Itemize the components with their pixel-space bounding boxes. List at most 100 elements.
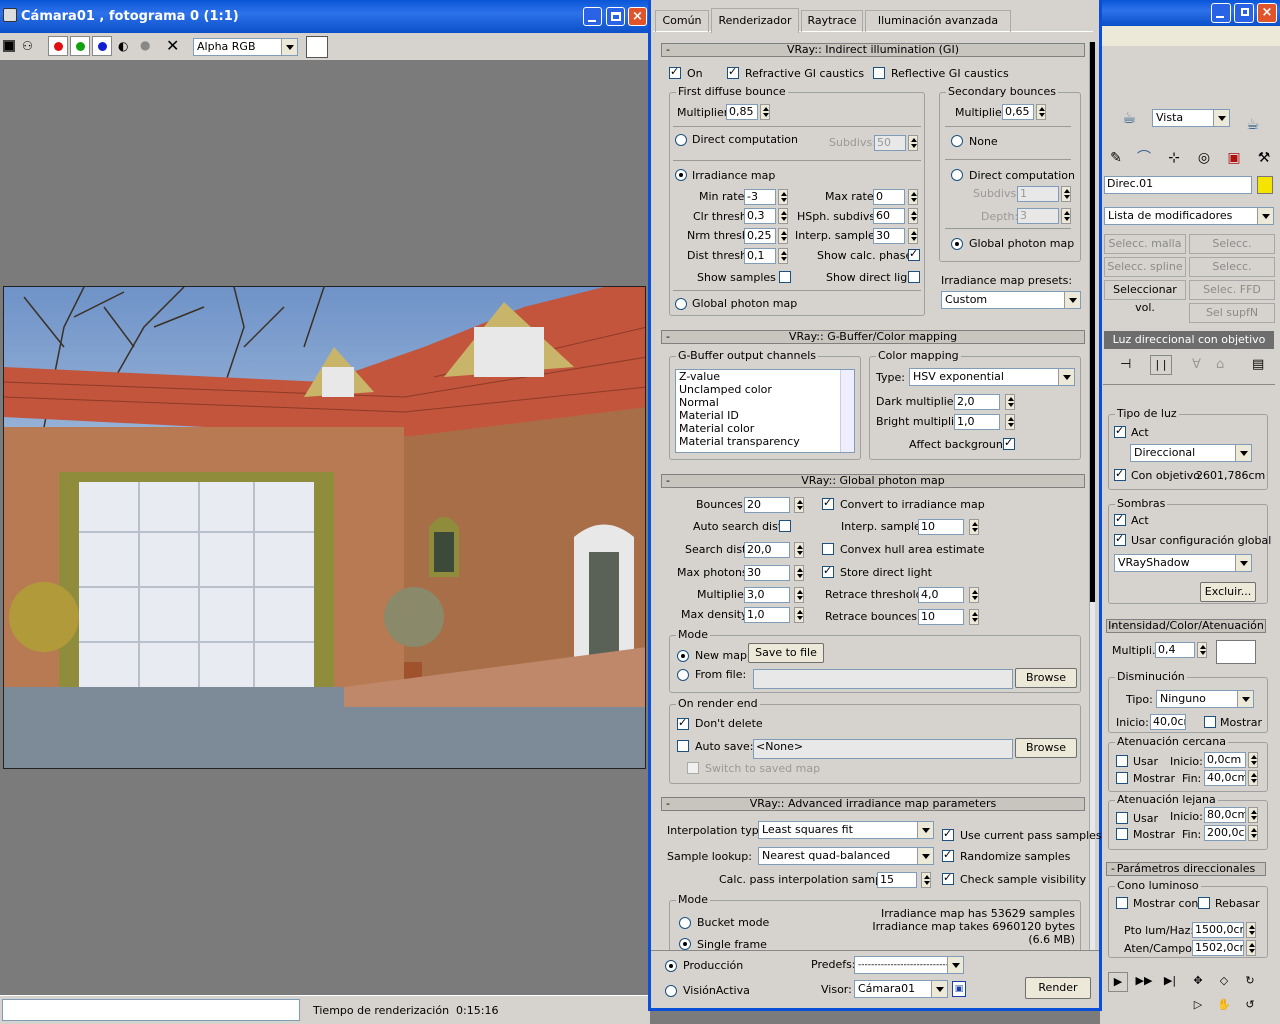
bright-multiplier-field[interactable]: 1,0 xyxy=(954,414,1000,430)
hsph-subdivs-spinner[interactable] xyxy=(908,208,918,224)
second-multiplier-field[interactable]: 0,65 xyxy=(1002,104,1034,120)
dist-thresh-spinner[interactable] xyxy=(778,248,788,264)
far-start-field[interactable]: 80,0cm xyxy=(1204,807,1246,823)
view-select[interactable]: Vista xyxy=(1152,109,1230,127)
tab-iluminacion[interactable]: Iluminación avanzada xyxy=(865,10,1011,32)
search-dist-field[interactable]: 20,0 xyxy=(744,542,790,558)
color-swatch[interactable] xyxy=(306,36,328,58)
near-use-checkbox[interactable] xyxy=(1116,755,1128,767)
red-channel-icon[interactable] xyxy=(48,36,68,56)
status-input[interactable] xyxy=(2,999,300,1021)
far-show-checkbox[interactable] xyxy=(1116,828,1128,840)
save-icon[interactable] xyxy=(3,40,15,52)
randomize-samples-checkbox[interactable] xyxy=(942,848,954,862)
list-item[interactable]: Material ID xyxy=(676,409,854,422)
show-direct-light-checkbox[interactable] xyxy=(908,271,920,283)
far-end-spinner[interactable] xyxy=(1248,825,1258,841)
tab-comun[interactable]: Común xyxy=(655,10,709,32)
second-subdivs-field[interactable]: 1 xyxy=(1017,186,1059,202)
second-multiplier-spinner[interactable] xyxy=(1036,104,1046,120)
predefs-select[interactable]: ----------------------------- xyxy=(854,956,964,974)
calc-pass-field[interactable]: 15 xyxy=(877,872,917,888)
reflective-caustics-checkbox[interactable] xyxy=(873,67,885,79)
irradiance-map-radio[interactable] xyxy=(675,169,687,181)
viewport-select[interactable]: Cámara01 xyxy=(854,980,948,998)
orbit-icon[interactable]: ◇ xyxy=(1214,972,1234,992)
max-density-spinner[interactable] xyxy=(794,607,804,623)
irradiance-presets-select[interactable]: Custom xyxy=(941,291,1081,309)
new-map-radio[interactable] xyxy=(677,650,689,662)
light-color-swatch[interactable] xyxy=(1216,640,1256,664)
pin-stack-icon[interactable]: ⊣ xyxy=(1120,357,1131,372)
clr-thresh-field[interactable]: 0,3 xyxy=(744,208,776,224)
shadows-on-checkbox[interactable] xyxy=(1114,512,1126,526)
interpolation-type-select[interactable]: Least squares fit xyxy=(758,821,934,839)
gi-on-checkbox[interactable] xyxy=(669,65,681,79)
zoom-icon[interactable]: ↻ xyxy=(1240,972,1260,992)
first-multiplier-spinner[interactable] xyxy=(760,104,770,120)
fov-icon[interactable]: ▷ xyxy=(1188,996,1208,1016)
hand-icon[interactable]: ✋ xyxy=(1214,996,1234,1016)
sample-lookup-select[interactable]: Nearest quad-balanced xyxy=(758,847,934,865)
falloff-spinner[interactable] xyxy=(1246,940,1256,956)
min-rate-field[interactable]: -3 xyxy=(744,189,776,205)
dark-multiplier-field[interactable]: 2,0 xyxy=(954,394,1000,410)
clr-thresh-spinner[interactable] xyxy=(778,208,788,224)
near-end-spinner[interactable] xyxy=(1248,770,1258,786)
make-unique-icon[interactable]: ∀ xyxy=(1192,357,1201,372)
auto-save-checkbox[interactable] xyxy=(677,740,689,752)
nrm-thresh-field[interactable]: 0,25 xyxy=(744,228,776,244)
bounces-spinner[interactable] xyxy=(794,497,804,513)
first-subdivs-spinner[interactable] xyxy=(908,135,918,151)
object-name-field[interactable]: Direc.01 xyxy=(1104,176,1252,194)
hsph-subdivs-field[interactable]: 60 xyxy=(873,208,905,224)
retrace-threshold-spinner[interactable] xyxy=(969,587,979,603)
none-radio[interactable] xyxy=(951,135,963,147)
show-samples-checkbox[interactable] xyxy=(779,271,791,283)
select-nurbs-button[interactable]: Sel supfN xyxy=(1189,303,1275,323)
use-current-pass-checkbox[interactable] xyxy=(942,827,954,841)
affect-background-checkbox[interactable] xyxy=(1003,436,1015,450)
decay-type-select[interactable]: Ninguno xyxy=(1156,690,1254,708)
list-scrollbar[interactable] xyxy=(840,370,854,452)
save-to-file-button[interactable]: Save to file xyxy=(748,643,824,663)
roll-icon[interactable]: ↺ xyxy=(1240,996,1260,1016)
auto-search-checkbox[interactable] xyxy=(779,520,791,532)
main-close-icon[interactable]: × xyxy=(1257,3,1277,23)
alpha-icon[interactable]: ● xyxy=(140,38,150,52)
show-end-icon[interactable]: | | xyxy=(1150,355,1172,375)
hierarchy-tab-icon[interactable]: ⊹ xyxy=(1162,146,1186,170)
check-visibility-checkbox[interactable] xyxy=(942,871,954,885)
max-photons-spinner[interactable] xyxy=(794,565,804,581)
utilities-tab-icon[interactable]: ⚒ xyxy=(1252,146,1276,170)
far-start-spinner[interactable] xyxy=(1248,807,1258,823)
mono-icon[interactable]: ◐ xyxy=(118,39,128,53)
max-rate-spinner[interactable] xyxy=(908,189,918,205)
direct-computation-radio[interactable] xyxy=(675,134,687,146)
auto-save-field[interactable]: <None> xyxy=(753,739,1013,759)
list-item[interactable]: Material color xyxy=(676,422,854,435)
lock-icon[interactable]: ▣ xyxy=(952,981,966,997)
direct-computation2-radio[interactable] xyxy=(951,169,963,181)
modify-tab-icon[interactable]: ⌒ xyxy=(1132,146,1156,170)
frame-titlebar[interactable]: Cámara01 , fotograma 0 (1:1) × xyxy=(0,0,650,33)
global-photon-map2-radio[interactable] xyxy=(951,238,963,250)
tab-raytrace[interactable]: Raytrace xyxy=(801,10,863,32)
select-patch-button[interactable]: Selecc. corrector xyxy=(1189,234,1275,268)
near-start-spinner[interactable] xyxy=(1248,752,1258,768)
list-item[interactable]: Normal xyxy=(676,396,854,409)
dist-thresh-field[interactable]: 0,1 xyxy=(744,248,776,264)
photon-rollout-header[interactable]: - VRay:: Global photon map xyxy=(661,474,1085,488)
select-volume-button[interactable]: Seleccionar vol. xyxy=(1104,280,1186,314)
min-rate-spinner[interactable] xyxy=(778,189,788,205)
blue-channel-icon[interactable] xyxy=(92,36,112,56)
green-channel-icon[interactable] xyxy=(70,36,90,56)
close-icon[interactable]: × xyxy=(628,7,647,26)
hotspot-spinner[interactable] xyxy=(1246,922,1256,938)
photon-interp-field[interactable]: 10 xyxy=(918,519,964,535)
depth-spinner[interactable] xyxy=(1061,208,1071,224)
falloff-field[interactable]: 1502,0cm xyxy=(1192,940,1244,956)
play-icon[interactable]: ▶ xyxy=(1108,972,1128,992)
teapot-icon[interactable]: ☕ xyxy=(1122,108,1136,127)
list-item[interactable]: Z-value xyxy=(676,370,854,383)
